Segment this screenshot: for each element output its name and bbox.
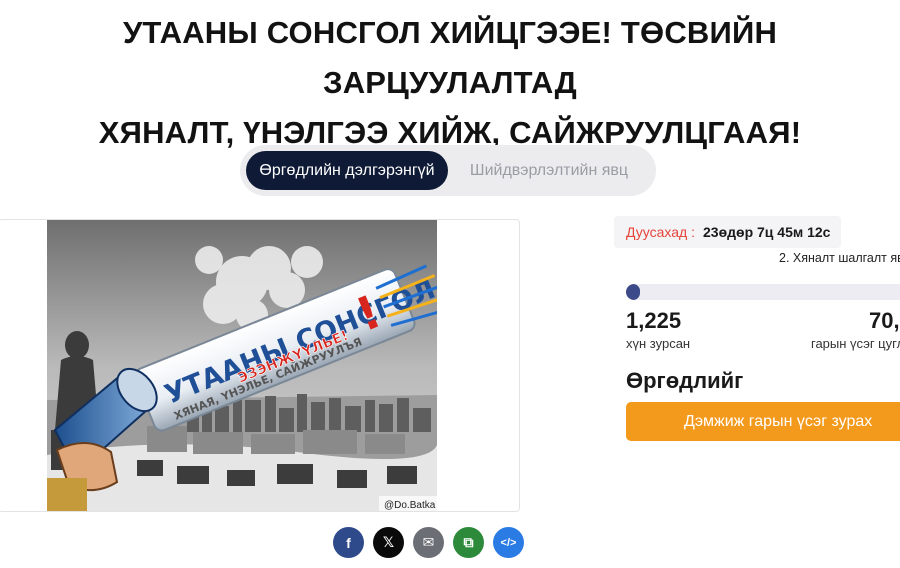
x-share-button[interactable]: 𝕏 bbox=[373, 527, 404, 558]
petition-status-panel: Дуусахад : 23өдөр 7ц 45м 12с 2. Хяналт ш… bbox=[614, 210, 900, 470]
facebook-share-button[interactable]: f bbox=[333, 527, 364, 558]
deadline-countdown: Дуусахад : 23өдөр 7ц 45м 12с bbox=[614, 216, 841, 248]
signature-progress-fill bbox=[626, 284, 640, 300]
signature-goal: 70,0 bbox=[869, 308, 900, 333]
poster-credit-text: @Do.Batka bbox=[384, 500, 436, 511]
tab-petition-details[interactable]: Өргөдлийн дэлгэрэнгүй bbox=[246, 151, 448, 190]
email-icon: ✉ bbox=[422, 534, 435, 550]
current-stage-text: 2. Хяналт шалгалт явж bbox=[779, 251, 900, 265]
email-share-button[interactable]: ✉ bbox=[413, 527, 444, 558]
petition-media-card: УТААНЫ СОНСГОЛ ХЯНАЯ, ҮНЭЛЬЕ, САЙЖРУУЛЪЯ… bbox=[0, 219, 520, 512]
tab-resolution-progress[interactable]: Шийдвэрлэлтийн явц bbox=[448, 151, 650, 190]
signature-goal-label: гарын үсэг цуглу bbox=[811, 336, 900, 351]
facebook-icon: f bbox=[346, 534, 351, 551]
share-buttons-row: f 𝕏 ✉ ⧉ </> bbox=[333, 527, 524, 558]
signature-progress-bar bbox=[626, 284, 900, 300]
copy-icon: ⧉ bbox=[463, 534, 474, 550]
signature-count-label: хүн зурсан bbox=[626, 336, 691, 351]
signature-count: 1,225 bbox=[626, 308, 682, 333]
embed-icon: </> bbox=[500, 536, 517, 549]
deadline-label: Дуусахад : bbox=[626, 224, 695, 240]
deadline-value: 23өдөр 7ц 45м 12с bbox=[703, 224, 831, 240]
embed-button[interactable]: </> bbox=[493, 527, 524, 558]
petition-author-heading: Өргөдлийг bbox=[626, 368, 744, 393]
tab-switch: Өргөдлийн дэлгэрэнгүй Шийдвэрлэлтийн явц bbox=[240, 145, 656, 196]
headline-line-1: УТААНЫ СОНСГОЛ ХИЙЦГЭЭЕ! ТӨСВИЙН ЗАРЦУУЛ… bbox=[122, 15, 778, 100]
copy-link-button[interactable]: ⧉ bbox=[453, 527, 484, 558]
x-icon: 𝕏 bbox=[382, 534, 395, 550]
petition-headline: УТААНЫ СОНСГОЛ ХИЙЦГЭЭЕ! ТӨСВИЙН ЗАРЦУУЛ… bbox=[0, 8, 900, 158]
petition-poster-image: УТААНЫ СОНСГОЛ ХЯНАЯ, ҮНЭЛЬЕ, САЙЖРУУЛЪЯ… bbox=[47, 220, 437, 511]
sign-petition-button[interactable]: Дэмжиж гарын үсэг зурах bbox=[626, 402, 900, 441]
